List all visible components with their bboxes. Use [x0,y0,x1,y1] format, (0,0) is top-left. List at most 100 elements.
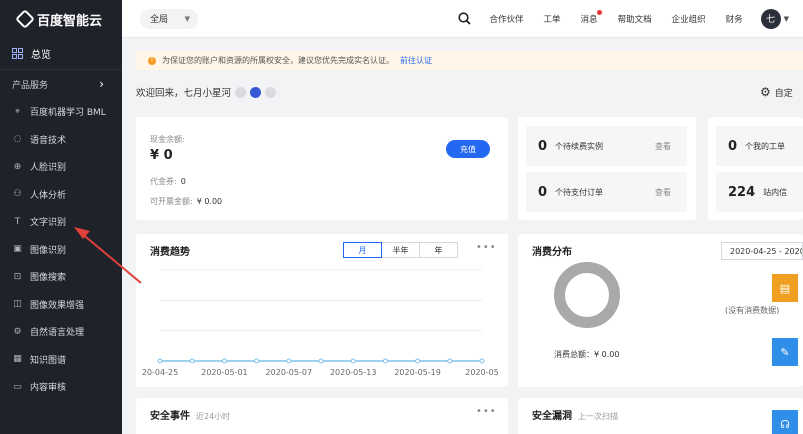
scope-select[interactable]: 全局 ▼ [140,8,198,29]
enterprise-link[interactable]: 企业组织 [662,13,716,25]
data-point[interactable] [415,358,421,364]
section-label: 产品服务 [12,80,49,91]
leak-title-text: 安全漏洞 [532,411,572,422]
data-point[interactable] [350,358,356,364]
chevron-down-icon[interactable]: ▼ [784,15,789,23]
badge-icon[interactable] [235,86,247,98]
sidebar-item-label: 文字识别 [30,218,67,229]
scope-value: 全局 [150,15,169,25]
distribution-donut [554,262,620,328]
my-tickets-count: 0 [728,138,738,154]
my-tickets[interactable]: 0 个我的工单 [716,126,803,166]
sidebar-item-content-audit[interactable]: ▭ 内容审核 [0,373,122,401]
view-renewal-link[interactable]: 查看 [655,141,671,152]
voucher-value[interactable]: 0 [181,177,186,186]
sidebar-item-text-recognition[interactable]: T 文字识别 [0,208,122,236]
warning-icon: ! [148,56,156,65]
avatar[interactable]: 七 [760,8,781,29]
search-icon[interactable] [450,12,480,25]
partner-link[interactable]: 合作伙伴 [480,13,534,25]
invoice-value: ¥ 0.00 [196,197,223,206]
customize-button[interactable]: ⚙ 自定 [760,85,793,99]
sidebar-item-overview[interactable]: 总览 [0,38,122,70]
data-point[interactable] [318,358,324,364]
voucher-label: 代金券: [150,177,177,186]
pending-payment-label: 个待支付订单 [555,187,604,197]
image-recognition-icon: ▣ [13,244,22,255]
headset-icon[interactable]: ☊ [772,410,798,434]
sidebar-item-body[interactable]: ⚇ 人体分析 [0,181,122,209]
sidebar-item-label: 图像效果增强 [30,300,85,311]
content-audit-icon: ▭ [13,381,22,392]
data-point[interactable] [254,358,260,364]
pending-renewal-label: 个待续费实例 [555,141,604,151]
leak-title: 安全漏洞 上一次扫描 [532,407,618,422]
data-point[interactable] [221,358,227,364]
data-point[interactable] [479,358,485,364]
product-nav-list: ⌖ 百度机器学习 BML ◌ 语音技术 ⊕ 人脸识别 ⚇ 人体分析 T 文字识别 ▣ 图像识别 ⊡ 图像搜… [0,98,122,401]
knowledge-graph-icon: ▦ [13,354,22,365]
data-point[interactable] [382,358,388,364]
sidebar-item-image-search[interactable]: ⊡ 图像搜索 [0,263,122,291]
tab-month[interactable]: 月 [343,242,382,258]
recharge-button[interactable]: 充值 [446,140,490,158]
cash-balance-value: ¥ 0 [150,148,173,163]
chevron-down-icon: ▼ [184,14,190,23]
pending-card: 0 个待续费实例 查看 0 个待支付订单 查看 [518,117,696,220]
verified-badge-icon[interactable] [250,86,262,98]
ml-icon: ⌖ [14,106,21,117]
sidebar-item-label: 图像识别 [30,245,67,256]
sidebar-item-label: 内容审核 [30,383,67,394]
cash-balance-label: 现金余额: [150,135,185,144]
sidebar-item-face[interactable]: ⊕ 人脸识别 [0,153,122,181]
logo[interactable]: 百度智能云 [0,0,122,38]
verify-link[interactable]: 前往认证 [400,55,432,66]
badge-icon[interactable] [265,86,277,98]
security-title-text: 安全事件 [150,411,190,422]
edit-icon[interactable]: ✎ [772,338,798,366]
security-subtitle: 近24小时 [196,412,231,421]
sidebar-item-ml[interactable]: ⌖ 百度机器学习 BML [0,98,122,126]
view-payment-link[interactable]: 查看 [655,187,671,198]
logo-text: 百度智能云 [37,13,103,29]
sidebar-item-label: 人体分析 [30,190,67,201]
finance-link[interactable]: 财务 [716,13,753,25]
invoice-label: 可开票金额: [150,197,193,206]
sidebar-item-voice[interactable]: ◌ 语音技术 [0,126,122,154]
sidebar-item-nlp[interactable]: ⚙ 自然语言处理 [0,318,122,346]
sidebar: 百度智能云 总览 产品服务 › ⌖ 百度机器学习 BML ◌ 语音技术 ⊕ 人脸识别 ⚇ 人体… [0,0,122,434]
consumption-distribution-card: 消费分布 2020-04-25 - 2020 消费总额：¥ 0.00 (没有消费… [518,234,803,387]
document-icon[interactable]: ▤ [772,274,798,302]
sidebar-item-image-recognition[interactable]: ▣ 图像识别 [0,236,122,264]
data-point[interactable] [157,358,163,364]
data-point[interactable] [189,358,195,364]
message-label: 消息 [580,14,598,25]
ticket-link[interactable]: 工单 [534,13,571,25]
more-icon[interactable]: ••• [476,406,497,417]
message-link[interactable]: 消息 [571,9,608,25]
data-point[interactable] [286,358,292,364]
help-docs-link[interactable]: 帮助文档 [608,13,662,25]
sidebar-item-label: 总览 [31,50,51,61]
image-search-icon: ⊡ [13,271,22,282]
x-tick-label: 2020-05 [465,368,498,377]
sidebar-item-label: 百度机器学习 BML [30,108,106,119]
tickets-card: 0 个我的工单 224 站内信 [708,117,803,220]
site-messages[interactable]: 224 站内信 [716,172,803,212]
voice-icon: ◌ [13,134,22,145]
sidebar-item-label: 图像搜索 [30,273,67,284]
date-range-picker[interactable]: 2020-04-25 - 2020 [721,242,803,260]
site-messages-count: 224 [728,184,756,200]
gear-icon: ⚙ [760,85,771,99]
distribution-title: 消费分布 [532,247,572,258]
sidebar-item-image-enhance[interactable]: ◫ 图像效果增强 [0,291,122,319]
consumption-trend-card: 消费趋势 月 半年 年 ••• 20-04-25 2020-05-01 2020-0… [136,234,508,387]
sidebar-section-products[interactable]: 产品服务 › [0,70,122,98]
data-point[interactable] [447,358,453,364]
sidebar-item-label: 语音技术 [30,135,67,146]
no-data-text: (没有消费数据) [725,306,780,315]
face-icon: ⊕ [13,161,22,172]
nlp-icon: ⚙ [13,326,22,337]
sidebar-item-knowledge-graph[interactable]: ▦ 知识图谱 [0,346,122,374]
verification-notice: ! 为保证您的账户和资源的所属权安全，建议您优先完成实名认证。 前往认证 [136,51,803,70]
